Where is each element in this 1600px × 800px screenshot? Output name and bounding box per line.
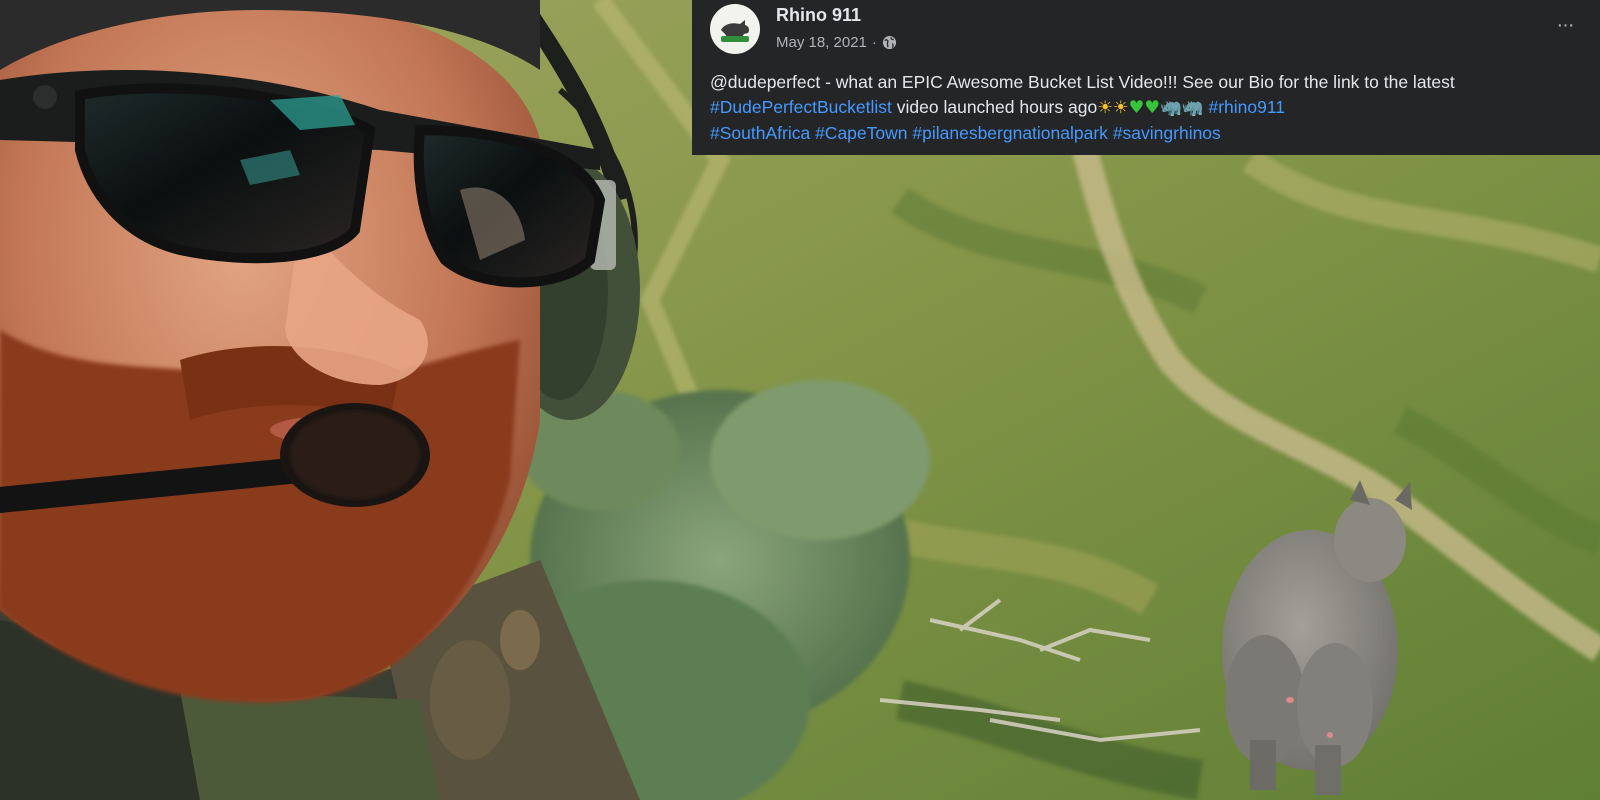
hashtag-dudeperfectbucketlist[interactable]: #DudePerfectBucketlist <box>710 97 892 117</box>
rhino-emoji-icon: 🦏 <box>1160 98 1182 118</box>
sun-emoji-icon: ☀ <box>1097 98 1113 118</box>
post-text-intro: - what an EPIC Awesome Bucket List Video… <box>820 72 1455 92</box>
hashtag-rhino911[interactable]: #rhino911 <box>1208 97 1285 117</box>
mention-dudeperfect[interactable]: @dudeperfect <box>710 72 820 92</box>
page-name[interactable]: Rhino 911 <box>776 5 861 26</box>
post-text: @dudeperfect - what an EPIC Awesome Buck… <box>710 70 1585 146</box>
globe-icon[interactable] <box>882 35 897 50</box>
facebook-post-card: Rhino 911 May 18, 2021 · ··· @dudeperfec… <box>692 0 1600 155</box>
hashtag-southafrica[interactable]: #SouthAfrica <box>710 123 810 143</box>
sun-emoji-icon: ☀ <box>1112 98 1129 118</box>
page-avatar[interactable] <box>710 4 760 54</box>
hashtag-capetown[interactable]: #CapeTown <box>815 123 907 143</box>
post-date[interactable]: May 18, 2021 <box>776 34 867 51</box>
hashtag-savingrhinos[interactable]: #savingrhinos <box>1113 123 1221 143</box>
hashtag-pilanesbergnationalpark[interactable]: #pilanesbergnationalpark <box>912 123 1108 143</box>
meta-separator: · <box>871 34 877 51</box>
rhino-emoji-icon: 🦏 <box>1181 98 1204 118</box>
more-options-icon[interactable]: ··· <box>1550 10 1580 40</box>
post-meta: May 18, 2021 · <box>776 34 897 51</box>
post-text-after-hashtag: video launched hours ago <box>891 97 1098 117</box>
rhino-911-logo-icon <box>713 7 757 51</box>
green-heart-emoji-icon: ♥ <box>1144 98 1161 118</box>
green-heart-emoji-icon: ♥ <box>1128 98 1145 118</box>
